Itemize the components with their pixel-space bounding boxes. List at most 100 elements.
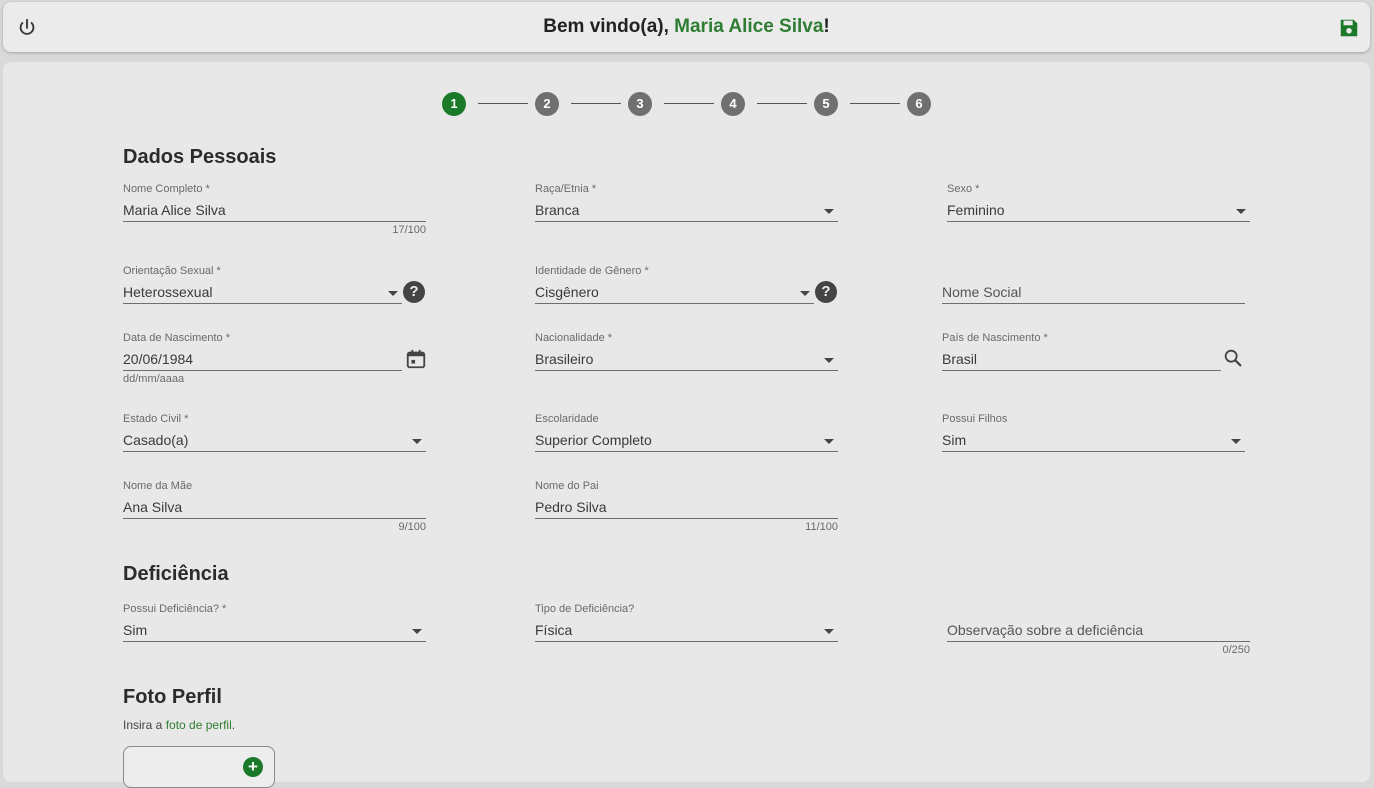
sexual-orientation-value: Heterossexual bbox=[123, 284, 213, 300]
chevron-down-icon bbox=[824, 439, 834, 444]
marital-status-value-box[interactable]: Casado(a) bbox=[123, 431, 426, 452]
step-connector bbox=[664, 103, 714, 104]
chevron-down-icon bbox=[412, 439, 422, 444]
social-name-field[interactable]: Nome Social bbox=[942, 264, 1245, 304]
sex-value: Feminino bbox=[947, 202, 1005, 218]
disability-notes-field[interactable]: Observação sobre a deficiência 0/250 bbox=[947, 602, 1250, 656]
birth-date-field[interactable]: Data de Nascimento * 20/06/1984 dd/mm/aa… bbox=[123, 331, 402, 385]
step-connector bbox=[850, 103, 900, 104]
has-children-value-box[interactable]: Sim bbox=[942, 431, 1245, 452]
marital-status-label: Estado Civil * bbox=[123, 413, 189, 425]
marital-status-select[interactable]: Estado Civil * Casado(a) bbox=[123, 412, 426, 452]
mother-name-label: Nome da Mãe bbox=[123, 480, 193, 492]
greeting-suffix: ! bbox=[823, 16, 830, 37]
gender-identity-value: Cisgênero bbox=[535, 284, 599, 300]
step-5[interactable]: 5 bbox=[814, 92, 838, 116]
mother-name-input[interactable]: Ana Silva bbox=[123, 498, 426, 519]
nationality-label: Nacionalidade * bbox=[535, 332, 613, 344]
section-title-personal: Dados Pessoais bbox=[123, 146, 277, 168]
sexual-orientation-select[interactable]: Orientação Sexual * Heterossexual bbox=[123, 264, 402, 304]
race-value: Branca bbox=[535, 202, 580, 218]
nationality-value-box[interactable]: Brasileiro bbox=[535, 350, 838, 371]
photo-intro-text: Insira a bbox=[123, 718, 166, 732]
stepper: 1 2 3 4 5 6 bbox=[0, 92, 1374, 116]
has-children-value: Sim bbox=[942, 432, 967, 448]
birth-country-label: País de Nascimento * bbox=[942, 332, 1048, 344]
sexual-orientation-value-box[interactable]: Heterossexual bbox=[123, 283, 402, 304]
chevron-down-icon bbox=[824, 629, 834, 634]
education-select[interactable]: Escolaridade Superior Completo bbox=[535, 412, 838, 452]
birth-date-hint: dd/mm/aaaa bbox=[123, 373, 185, 385]
section-title-photo: Foto Perfil bbox=[123, 686, 222, 708]
sexual-orientation-help-icon[interactable]: ? bbox=[403, 281, 425, 303]
step-3[interactable]: 3 bbox=[628, 92, 652, 116]
disability-type-value: Física bbox=[535, 622, 573, 638]
has-children-label: Possui Filhos bbox=[942, 413, 1008, 425]
sex-select[interactable]: Sexo * Feminino bbox=[947, 182, 1250, 222]
photo-link[interactable]: foto de perfil bbox=[166, 718, 232, 732]
full-name-label: Nome Completo * bbox=[123, 183, 210, 195]
mother-name-field[interactable]: Nome da Mãe Ana Silva 9/100 bbox=[123, 479, 426, 533]
full-name-counter: 17/100 bbox=[392, 224, 426, 236]
calendar-icon[interactable] bbox=[405, 348, 427, 370]
education-value: Superior Completo bbox=[535, 432, 652, 448]
photo-intro-end: . bbox=[231, 718, 236, 732]
step-2[interactable]: 2 bbox=[535, 92, 559, 116]
sexual-orientation-label: Orientação Sexual * bbox=[123, 265, 221, 277]
gender-identity-label: Identidade de Gênero * bbox=[535, 265, 649, 277]
user-name: Maria Alice Silva bbox=[674, 16, 824, 37]
race-value-box[interactable]: Branca bbox=[535, 201, 838, 222]
chevron-down-icon bbox=[1231, 439, 1241, 444]
add-photo-icon[interactable]: + bbox=[243, 757, 263, 777]
has-disability-label: Possui Deficiência? * bbox=[123, 603, 227, 615]
step-4[interactable]: 4 bbox=[721, 92, 745, 116]
nationality-select[interactable]: Nacionalidade * Brasileiro bbox=[535, 331, 838, 371]
birth-date-label: Data de Nascimento * bbox=[123, 332, 230, 344]
race-select[interactable]: Raça/Etnia * Branca bbox=[535, 182, 838, 222]
has-children-select[interactable]: Possui Filhos Sim bbox=[942, 412, 1245, 452]
father-name-field[interactable]: Nome do Pai Pedro Silva 11/100 bbox=[535, 479, 838, 533]
greeting-text: Bem vindo(a), bbox=[543, 16, 675, 37]
birth-date-input[interactable]: 20/06/1984 bbox=[123, 350, 402, 371]
birth-country-input[interactable]: Brasil bbox=[942, 350, 1221, 371]
photo-instruction: Insira a foto de perfil. bbox=[123, 718, 235, 732]
chevron-down-icon bbox=[412, 629, 422, 634]
step-6[interactable]: 6 bbox=[907, 92, 931, 116]
chevron-down-icon bbox=[824, 358, 834, 363]
full-name-input[interactable]: Maria Alice Silva bbox=[123, 201, 426, 222]
full-name-field[interactable]: Nome Completo * Maria Alice Silva 17/100 bbox=[123, 182, 426, 236]
search-icon[interactable] bbox=[1222, 347, 1244, 369]
disability-type-label: Tipo de Deficiência? bbox=[535, 603, 635, 615]
father-name-input[interactable]: Pedro Silva bbox=[535, 498, 838, 519]
welcome-message: Bem vindo(a), Maria Alice Silva! bbox=[3, 2, 1370, 52]
chevron-down-icon bbox=[800, 291, 810, 296]
has-disability-value-box[interactable]: Sim bbox=[123, 621, 426, 642]
disability-notes-counter: 0/250 bbox=[1222, 644, 1250, 656]
gender-identity-value-box[interactable]: Cisgênero bbox=[535, 283, 814, 304]
mother-name-counter: 9/100 bbox=[398, 521, 426, 533]
step-connector bbox=[478, 103, 528, 104]
chevron-down-icon bbox=[824, 209, 834, 214]
marital-status-value: Casado(a) bbox=[123, 432, 189, 448]
gender-identity-help-icon[interactable]: ? bbox=[815, 281, 837, 303]
father-name-label: Nome do Pai bbox=[535, 480, 599, 492]
has-disability-select[interactable]: Possui Deficiência? * Sim bbox=[123, 602, 426, 642]
disability-notes-input[interactable]: Observação sobre a deficiência bbox=[947, 621, 1250, 642]
disability-type-value-box[interactable]: Física bbox=[535, 621, 838, 642]
father-name-counter: 11/100 bbox=[805, 521, 838, 533]
social-name-label-spacer bbox=[942, 264, 1245, 278]
sex-label: Sexo * bbox=[947, 183, 980, 195]
sex-value-box[interactable]: Feminino bbox=[947, 201, 1250, 222]
birth-country-field[interactable]: País de Nascimento * Brasil bbox=[942, 331, 1221, 371]
step-1[interactable]: 1 bbox=[442, 92, 466, 116]
top-bar: Bem vindo(a), Maria Alice Silva! bbox=[3, 2, 1370, 52]
disability-type-select[interactable]: Tipo de Deficiência? Física bbox=[535, 602, 838, 642]
education-value-box[interactable]: Superior Completo bbox=[535, 431, 838, 452]
save-icon[interactable] bbox=[1338, 17, 1360, 39]
chevron-down-icon bbox=[1236, 209, 1246, 214]
gender-identity-select[interactable]: Identidade de Gênero * Cisgênero bbox=[535, 264, 814, 304]
step-connector bbox=[571, 103, 621, 104]
has-disability-value: Sim bbox=[123, 622, 148, 638]
nationality-value: Brasileiro bbox=[535, 351, 594, 367]
social-name-input[interactable]: Nome Social bbox=[942, 283, 1245, 304]
